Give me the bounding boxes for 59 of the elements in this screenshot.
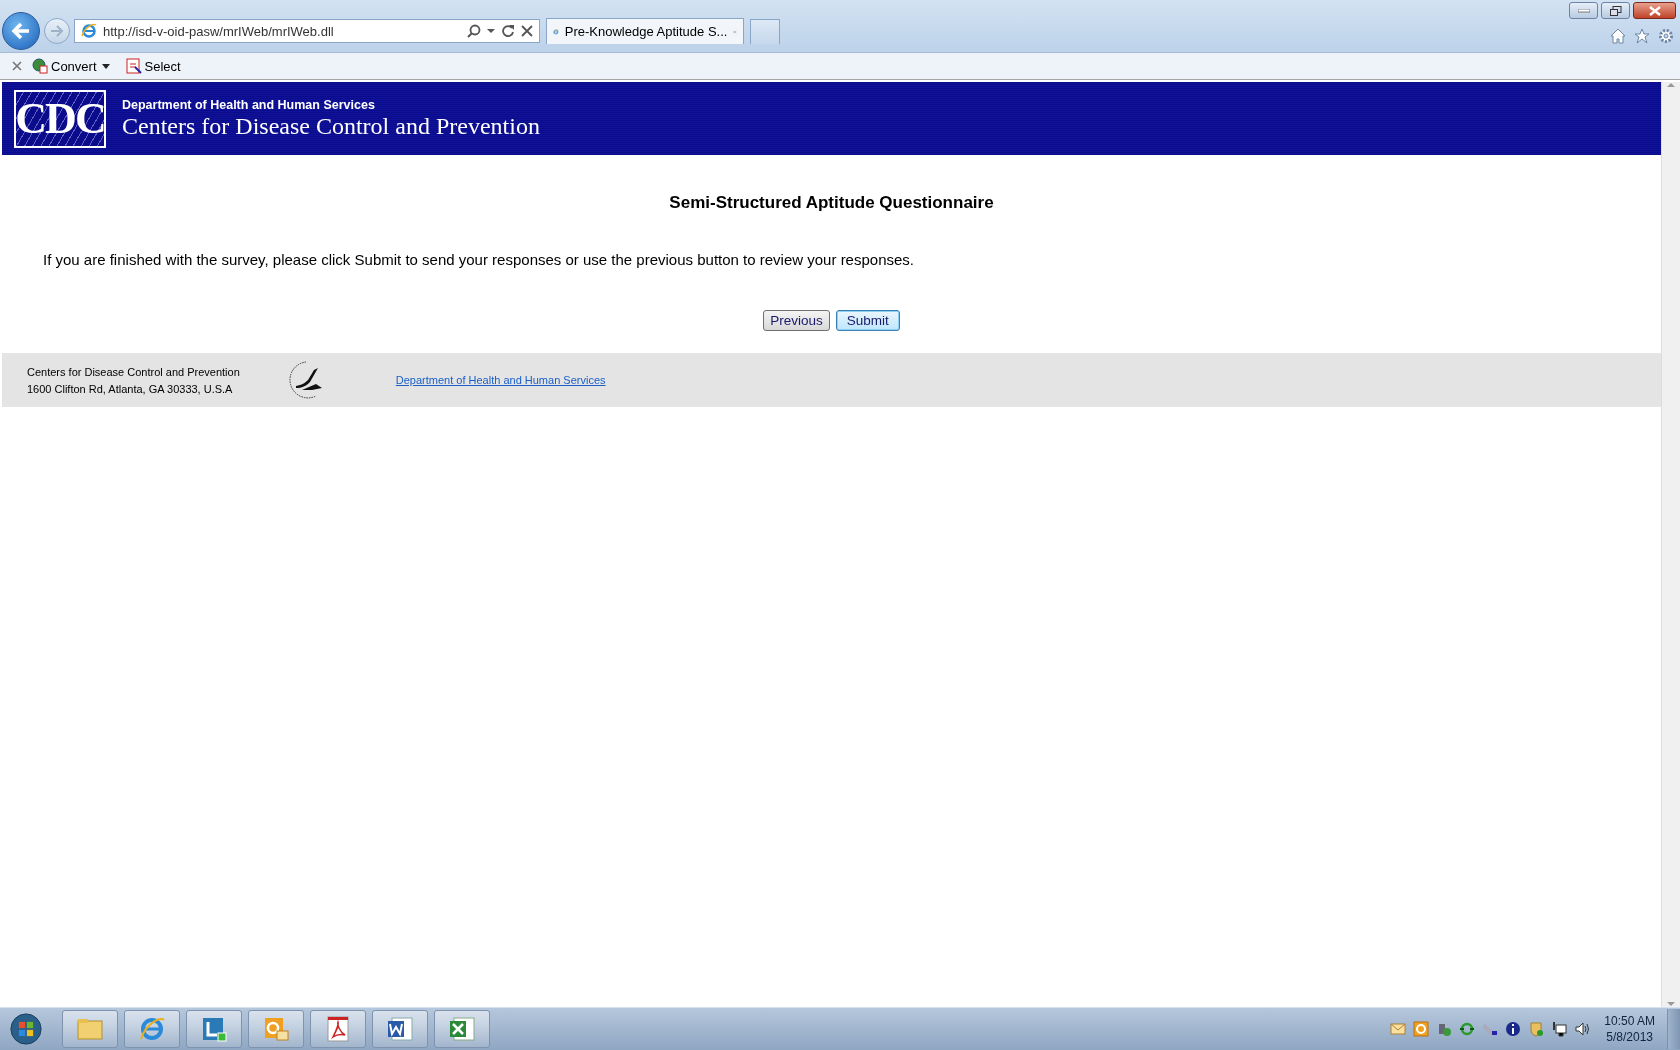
- browser-logo-icon: [138, 1015, 166, 1043]
- windows-logo-icon: [10, 1011, 42, 1047]
- footer-address-text: Centers for Disease Control and Prevention: [27, 365, 240, 378]
- taskbar-app-button[interactable]: [434, 1010, 490, 1048]
- clock-date: 5/8/2013: [1606, 1030, 1653, 1044]
- page-title: Semi-Structured Aptitude Questionnaire: [668, 193, 995, 213]
- pdf-select-icon: [125, 58, 142, 74]
- speaker-icon[interactable]: [1574, 1021, 1591, 1037]
- arrow-up-icon: [1667, 82, 1675, 88]
- pdf-app-icon: [324, 1015, 352, 1043]
- hhs-link[interactable]: Department of Health and Human Services: [395, 374, 606, 386]
- caret-icon[interactable]: [487, 28, 495, 34]
- arrow-left-icon: [11, 22, 31, 40]
- restore-icon: [1609, 5, 1622, 16]
- close-button[interactable]: [1633, 2, 1676, 19]
- arrow-down-icon: [1667, 1001, 1675, 1007]
- previous-button[interactable]: Previous: [763, 310, 830, 331]
- browser-tab[interactable]: Pre-Knowledge Aptitude S...: [546, 18, 744, 44]
- scrollbar[interactable]: [1661, 82, 1680, 1007]
- taskbar-app-button[interactable]: [186, 1010, 242, 1048]
- refresh-icon[interactable]: [501, 24, 515, 38]
- mail-app-icon[interactable]: [1413, 1021, 1430, 1037]
- close-icon[interactable]: [521, 25, 533, 37]
- taskbar-app-button[interactable]: [310, 1010, 366, 1048]
- clock-time: 10:50 AM: [1604, 1014, 1655, 1028]
- search-icon[interactable]: [467, 24, 481, 38]
- tab-title: Pre-Knowledge Aptitude S...: [564, 24, 728, 39]
- taskbar-app-button[interactable]: [248, 1010, 304, 1048]
- back-button[interactable]: [2, 12, 40, 50]
- arrow-right-icon: [50, 25, 64, 37]
- taskbar-app-button[interactable]: [124, 1010, 180, 1048]
- instruction-text: If you are finished with the survey, please click Submit to send your responses or use the previous button to review your responses.: [43, 251, 915, 268]
- info-icon[interactable]: [1505, 1021, 1522, 1037]
- address-bar[interactable]: http://isd-v-oid-pasw/mrIWeb/mrIWeb.dll: [74, 19, 540, 43]
- minimize-icon: [1577, 8, 1590, 13]
- globe-pdf-icon: [32, 58, 48, 74]
- document-app-icon: [386, 1015, 414, 1043]
- agency-name: Department of Health and Human Services: [122, 97, 376, 112]
- network-icon[interactable]: [1551, 1021, 1568, 1037]
- star-icon[interactable]: [1634, 28, 1650, 44]
- close-icon: [1648, 5, 1661, 16]
- footer-address-text: 1600 Clifton Rd, Atlanta, GA 30333, U.S.A: [27, 382, 234, 395]
- convert-dropdown[interactable]: Convert: [28, 58, 116, 74]
- site-title: Centers for Disease Control and Prevention: [122, 112, 540, 140]
- restore-button[interactable]: [1601, 2, 1630, 19]
- mail-app-icon: [262, 1015, 290, 1043]
- toolbar-button[interactable]: Select: [121, 58, 185, 74]
- browser-logo-icon: [81, 23, 97, 39]
- spreadsheet-app-icon: [448, 1015, 476, 1043]
- taskbar-app-button[interactable]: [372, 1010, 428, 1048]
- caret-icon: [99, 62, 112, 70]
- close-icon[interactable]: [12, 61, 22, 71]
- url-text: http://isd-v-oid-pasw/mrIWeb/mrIWeb.dll: [103, 23, 335, 39]
- home-icon[interactable]: [1610, 28, 1626, 44]
- logo: CDC: [14, 89, 106, 148]
- settings-icon[interactable]: [1658, 28, 1674, 44]
- chat-app-icon: [200, 1015, 228, 1043]
- submit-button[interactable]: Submit: [835, 310, 900, 331]
- sync-icon[interactable]: [1459, 1021, 1476, 1037]
